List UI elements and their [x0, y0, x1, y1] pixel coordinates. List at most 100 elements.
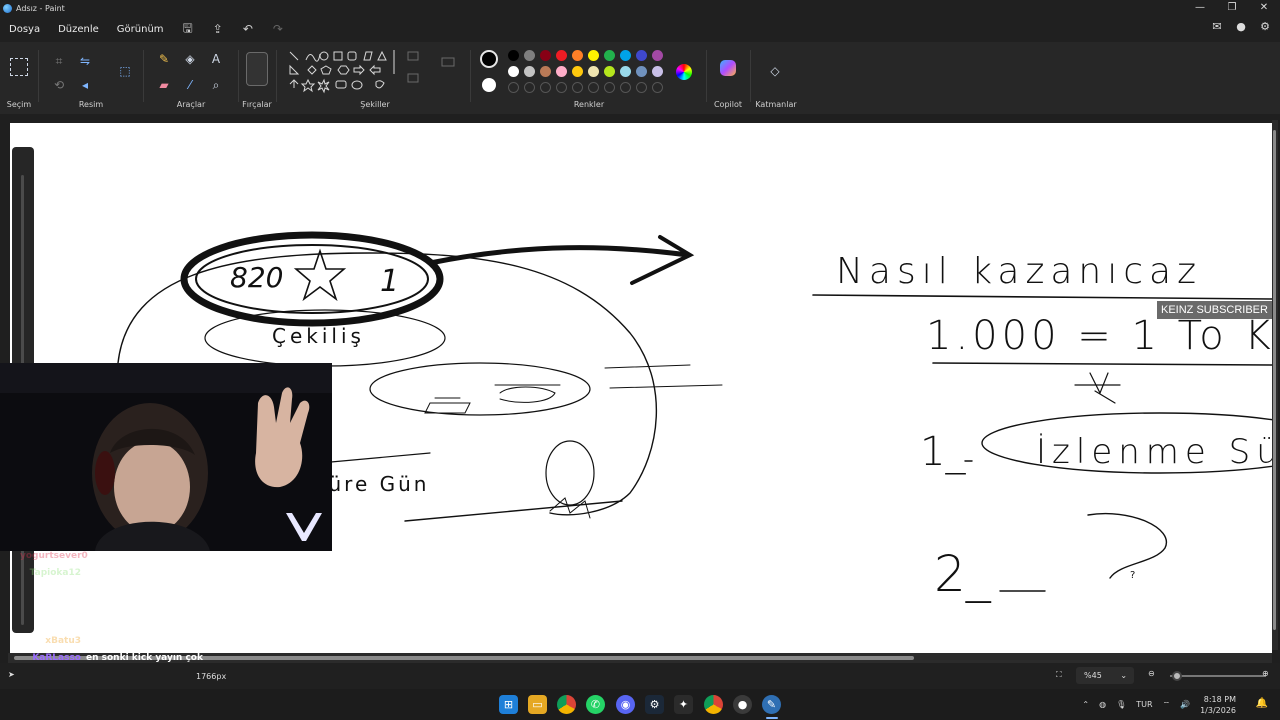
group-colors-label: Renkler [573, 100, 605, 109]
right-heading: Nasıl kazanıcaz [836, 251, 1202, 292]
palette-swatch[interactable] [588, 66, 599, 77]
text-icon[interactable]: A [207, 50, 225, 68]
discord-icon[interactable]: ◉ [616, 695, 635, 714]
rotate-icon[interactable]: ⟲ [50, 76, 68, 94]
zoom-in-icon[interactable]: ⊕ [1262, 669, 1269, 678]
palette-swatch[interactable] [540, 66, 551, 77]
minimize-button[interactable]: — [1184, 0, 1216, 16]
custom-color-slot[interactable] [508, 82, 519, 93]
network-icon[interactable]: ◍ [1099, 700, 1106, 709]
start-menu-icon[interactable]: ⊞ [499, 695, 518, 714]
palette-swatch[interactable] [652, 50, 663, 61]
edit-colors-icon[interactable] [676, 64, 692, 80]
palette-swatch[interactable] [572, 50, 583, 61]
custom-color-slot[interactable] [524, 82, 535, 93]
feedback-icon[interactable]: ✉ [1210, 20, 1224, 34]
mic-icon[interactable]: 🎙 [1116, 700, 1126, 709]
crop-icon[interactable]: ⌗ [50, 52, 68, 70]
shapes-gallery[interactable] [280, 46, 470, 106]
paint-taskbar-icon[interactable]: ✎ [762, 695, 781, 714]
palette-swatch[interactable] [540, 50, 551, 61]
brush-icon[interactable] [246, 52, 268, 86]
chat-message: yogurtsever03. bayan davetiye [20, 548, 250, 565]
obs-icon[interactable]: ● [733, 695, 752, 714]
color-picker-icon[interactable]: ⁄ [181, 76, 199, 94]
copilot-icon[interactable] [720, 60, 736, 76]
wifi-icon[interactable]: ⌔ [1163, 700, 1171, 710]
zoom-dropdown[interactable]: %45 ⌄ [1076, 667, 1134, 684]
custom-color-slot[interactable] [572, 82, 583, 93]
secondary-color-swatch[interactable] [482, 78, 496, 92]
palette-swatch[interactable] [572, 66, 583, 77]
primary-color-swatch[interactable] [480, 50, 498, 68]
vertical-scrollbar[interactable] [1272, 120, 1278, 650]
undo-icon[interactable]: ↶ [233, 22, 263, 36]
palette-swatch[interactable] [636, 66, 647, 77]
layers-icon[interactable]: ◇ [766, 62, 784, 80]
fill-bucket-icon[interactable]: ◈ [181, 50, 199, 68]
palette-swatch[interactable] [588, 50, 599, 61]
palette-swatch[interactable] [652, 66, 663, 77]
flip-icon[interactable]: ◂ [76, 76, 94, 94]
share-icon[interactable]: ⇪ [203, 22, 233, 36]
whatsapp-icon[interactable]: ✆ [586, 695, 605, 714]
custom-color-slot[interactable] [604, 82, 615, 93]
group-shapes-label: Şekiller [360, 100, 390, 109]
palette-swatch[interactable] [636, 50, 647, 61]
notification-icon[interactable]: 🔔 [1256, 698, 1268, 709]
group-selection: Seçim [0, 42, 38, 114]
clock[interactable]: 8:18 PM 1/3/2026 [1200, 694, 1236, 716]
eraser-icon[interactable]: ▰ [155, 76, 173, 94]
custom-color-slot[interactable] [636, 82, 647, 93]
zoom-slider-knob[interactable] [1172, 671, 1182, 681]
file-explorer-icon[interactable]: ▭ [528, 695, 547, 714]
zoom-slider[interactable] [1170, 671, 1266, 681]
palette-swatch[interactable] [556, 66, 567, 77]
chrome-icon[interactable] [557, 695, 576, 714]
zoom-out-icon[interactable]: ⊖ [1148, 669, 1155, 678]
palette-swatch[interactable] [508, 50, 519, 61]
palette-swatch[interactable] [604, 50, 615, 61]
menu-view[interactable]: Görünüm [108, 24, 173, 35]
zoom-value: %45 [1084, 671, 1102, 680]
account-icon[interactable]: ● [1234, 20, 1248, 34]
palette-swatch[interactable] [620, 66, 631, 77]
volume-icon[interactable]: 🔊 [1180, 700, 1190, 709]
custom-color-slot[interactable] [556, 82, 567, 93]
custom-color-slot[interactable] [540, 82, 551, 93]
maximize-button[interactable]: ❐ [1216, 0, 1248, 16]
group-copilot-label: Copilot [713, 100, 743, 109]
menu-file[interactable]: Dosya [0, 24, 49, 35]
image-select-icon[interactable]: ⬚ [116, 62, 134, 80]
window-title: Adsız - Paint [16, 3, 65, 13]
palette-swatch[interactable] [524, 66, 535, 77]
palette-swatch[interactable] [556, 50, 567, 61]
group-image: ⌗ ⇋ ⬚ ⟲ ◂ Resim [40, 42, 142, 114]
palette-swatch[interactable] [604, 66, 615, 77]
close-button[interactable]: ✕ [1248, 0, 1280, 16]
app-icon[interactable]: ✦ [674, 695, 693, 714]
steam-icon[interactable]: ⚙ [645, 695, 664, 714]
custom-color-slot[interactable] [588, 82, 599, 93]
palette-swatch[interactable] [508, 66, 519, 77]
cursor-position-icon: ➤ [8, 670, 15, 679]
clock-date: 1/3/2026 [1200, 705, 1236, 715]
chevron-up-icon[interactable]: ⌃ [1082, 700, 1089, 709]
webcam-overlay [0, 363, 332, 551]
chrome-profile-icon[interactable] [704, 695, 723, 714]
select-rectangle-icon[interactable] [10, 58, 28, 76]
settings-gear-icon[interactable]: ⚙ [1258, 20, 1272, 34]
fit-to-window-icon[interactable]: ⛶ [1056, 670, 1062, 680]
redo-icon[interactable]: ↷ [263, 22, 293, 36]
menu-edit[interactable]: Düzenle [49, 24, 108, 35]
vertical-scroll-thumb[interactable] [1273, 130, 1276, 630]
resize-icon[interactable]: ⇋ [76, 52, 94, 70]
custom-color-slot[interactable] [652, 82, 663, 93]
input-language[interactable]: TUR [1136, 700, 1152, 709]
palette-swatch[interactable] [524, 50, 535, 61]
pencil-icon[interactable]: ✎ [155, 50, 173, 68]
custom-color-slot[interactable] [620, 82, 631, 93]
magnifier-icon[interactable]: ⌕ [207, 76, 225, 94]
palette-swatch[interactable] [620, 50, 631, 61]
save-icon[interactable]: 🖫 [173, 19, 203, 40]
